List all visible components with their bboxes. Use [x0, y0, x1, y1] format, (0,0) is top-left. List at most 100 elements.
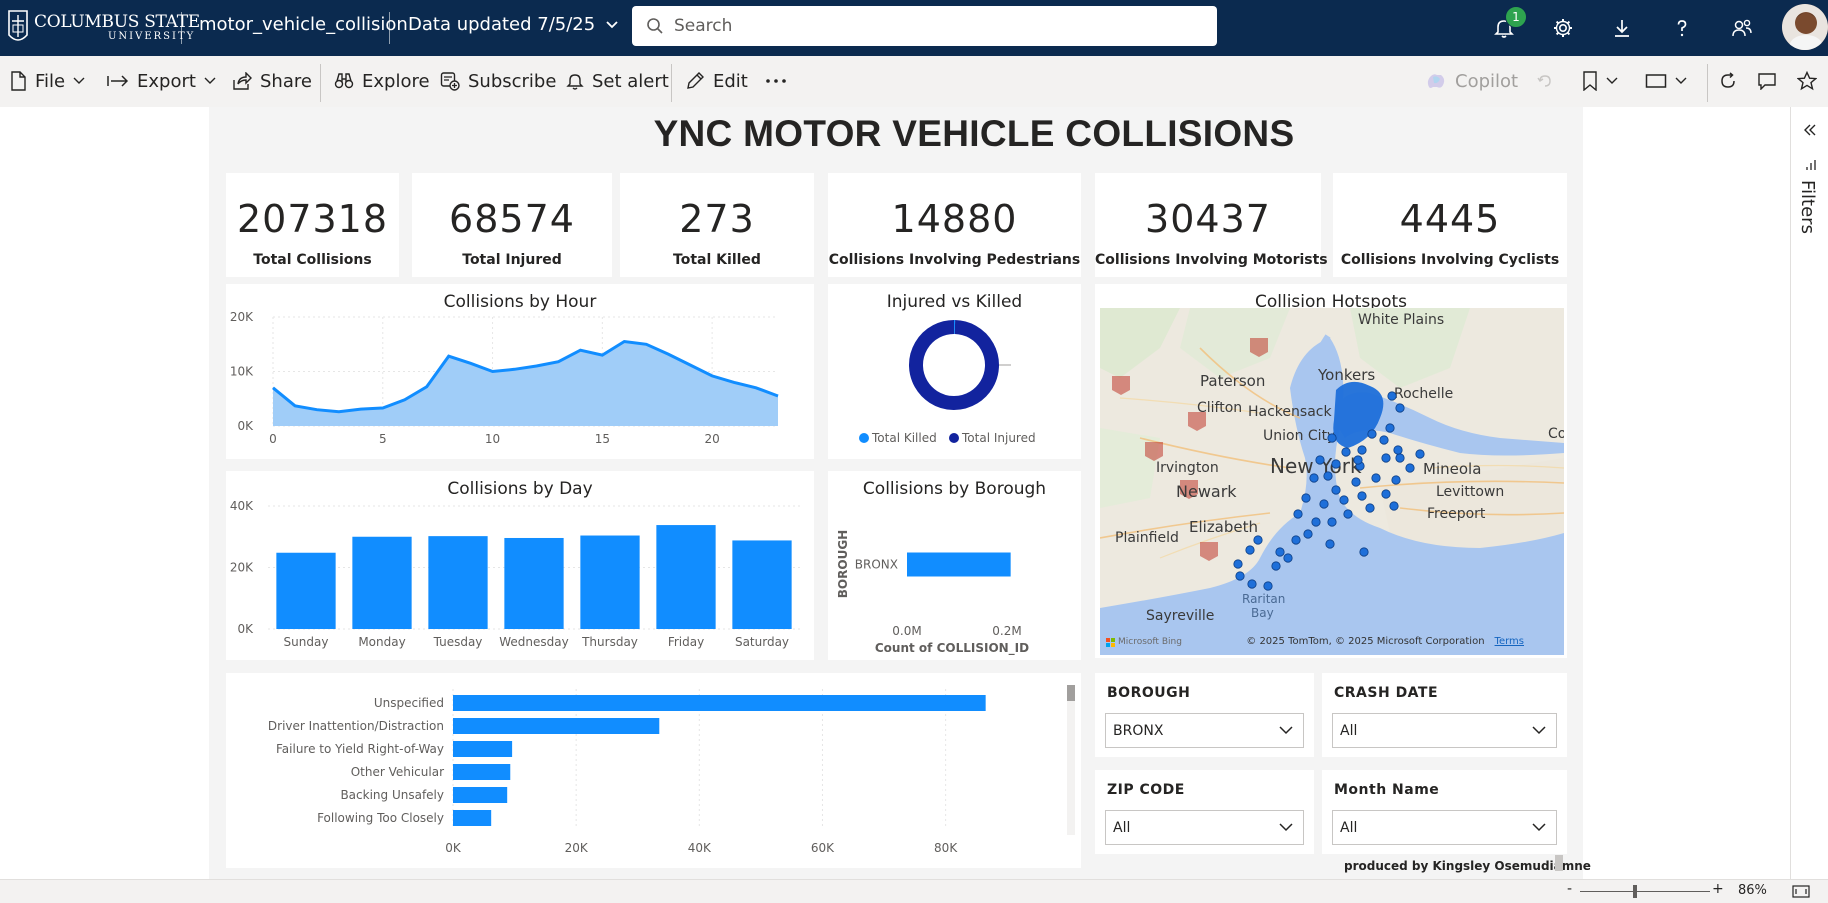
- hotspot-point: [1416, 450, 1424, 458]
- collisions-by-borough-chart[interactable]: Collisions by Borough 0.0M0.2MBRONXBOROU…: [828, 471, 1081, 660]
- x-tick-label: Tuesday: [433, 635, 483, 649]
- collision-hotspots-map[interactable]: Collision Hotspots White Plains Paterson…: [1095, 284, 1567, 658]
- slicer-crash-date[interactable]: CRASH DATE All: [1322, 673, 1567, 757]
- subscribe-button[interactable]: Subscribe: [440, 69, 556, 93]
- more-icon: [765, 78, 787, 84]
- y-tick-label: Other Vehicular: [351, 765, 444, 779]
- zoom-slider-thumb[interactable]: [1633, 885, 1637, 898]
- set-alert-button[interactable]: Set alert: [566, 69, 669, 93]
- hotspot-point: [1366, 504, 1374, 512]
- hotspot-point: [1292, 536, 1300, 544]
- kpi-value: 207318: [226, 197, 399, 241]
- map-area[interactable]: White Plains Paterson Yonkers Rochelle C…: [1100, 308, 1564, 655]
- map-attribution: © 2025 TomTom, © 2025 Microsoft Corporat…: [1246, 636, 1524, 647]
- factor-bar: [453, 810, 491, 826]
- terms-link[interactable]: Terms: [1495, 636, 1524, 647]
- explore-button[interactable]: Explore: [334, 69, 430, 93]
- hotspot-point: [1396, 454, 1404, 462]
- factor-bar: [453, 718, 659, 734]
- slicer-title: ZIP CODE: [1107, 782, 1185, 798]
- crash-date-dropdown[interactable]: All: [1332, 713, 1557, 748]
- month-name-dropdown[interactable]: All: [1332, 810, 1557, 845]
- download-button[interactable]: [1606, 12, 1638, 44]
- slicer-borough[interactable]: BOROUGH BRONX: [1095, 673, 1314, 757]
- borough-bar-chart: 0.0M0.2MBRONXBOROUGHCount of COLLISION_I…: [828, 471, 1081, 660]
- chevron-down-icon: [605, 20, 619, 30]
- share-people-button[interactable]: [1726, 12, 1758, 44]
- slicer-zip-code[interactable]: ZIP CODE All: [1095, 770, 1314, 854]
- donut-chart: Total KilledTotal Injured: [828, 284, 1081, 459]
- hotspot-point: [1382, 490, 1390, 498]
- injured-vs-killed-chart[interactable]: Injured vs Killed Total KilledTotal Inju…: [828, 284, 1081, 459]
- page-scrollbar-thumb[interactable]: [1555, 855, 1563, 871]
- subscribe-label: Subscribe: [468, 71, 556, 92]
- favorite-button[interactable]: [1797, 69, 1817, 93]
- zoom-out-button[interactable]: -: [1567, 881, 1572, 897]
- x-axis-title: Count of COLLISION_ID: [875, 641, 1029, 656]
- kpi-card[interactable]: 207318 Total Collisions: [226, 173, 399, 277]
- slicer-month-name[interactable]: Month Name All: [1322, 770, 1567, 854]
- share-people-icon: [1730, 17, 1754, 39]
- comments-button[interactable]: [1757, 69, 1777, 93]
- share-icon: [232, 72, 252, 90]
- kpi-card[interactable]: 30437 Collisions Involving Motorists: [1095, 173, 1321, 277]
- refresh-button[interactable]: [1719, 69, 1737, 93]
- hotspot-point: [1264, 582, 1272, 590]
- notification-badge: 1: [1505, 6, 1527, 28]
- reset-button[interactable]: [1536, 69, 1554, 93]
- data-updated-label: Data updated 7/5/25: [408, 14, 595, 35]
- avatar[interactable]: [1782, 4, 1828, 50]
- bookmark-menu[interactable]: [1582, 69, 1618, 93]
- copilot-button[interactable]: Copilot: [1425, 69, 1518, 93]
- university-logo[interactable]: COLUMBUS STATE UNIVERSITY: [4, 5, 180, 51]
- x-tick-label: 0K: [445, 841, 462, 855]
- view-menu[interactable]: [1645, 69, 1687, 93]
- export-menu[interactable]: Export: [107, 69, 216, 93]
- collisions-by-hour-chart[interactable]: Collisions by Hour 0K10K20K05101520: [226, 284, 814, 459]
- download-icon: [1611, 17, 1633, 39]
- borough-dropdown[interactable]: BRONX: [1105, 713, 1304, 748]
- kpi-card[interactable]: 68574 Total Injured: [412, 173, 612, 277]
- collisions-by-day-chart[interactable]: Collisions by Day 0K20K40KSundayMondayTu…: [226, 471, 814, 660]
- help-button[interactable]: [1666, 12, 1698, 44]
- export-arrow-icon: [107, 73, 129, 89]
- x-tick-label: Sunday: [284, 635, 329, 649]
- bell-icon: [566, 71, 584, 91]
- day-bar: [428, 536, 487, 629]
- bookmark-icon: [1582, 71, 1598, 91]
- kpi-card[interactable]: 14880 Collisions Involving Pedestrians: [828, 173, 1081, 277]
- scrollbar-track[interactable]: [1067, 685, 1075, 835]
- contributing-factors-chart[interactable]: 0K20K40K60K80KUnspecifiedDriver Inattent…: [226, 673, 1081, 868]
- user-photo-icon: [1782, 4, 1828, 50]
- kpi-card[interactable]: 4445 Collisions Involving Cyclists: [1333, 173, 1567, 277]
- search-box[interactable]: [632, 6, 1217, 46]
- kpi-label: Collisions Involving Motorists: [1095, 252, 1321, 268]
- report-title: YNC MOTOR VEHICLE COLLISIONS: [209, 113, 1739, 155]
- share-button[interactable]: Share: [232, 69, 312, 93]
- hotspot-point: [1358, 446, 1366, 454]
- y-tick-label: Driver Inattention/Distraction: [268, 719, 444, 733]
- more-options-button[interactable]: [765, 69, 787, 93]
- zoom-slider-track[interactable]: [1580, 891, 1710, 892]
- scrollbar-thumb[interactable]: [1067, 685, 1075, 701]
- search-input[interactable]: [672, 15, 1196, 37]
- edit-button[interactable]: Edit: [685, 69, 748, 93]
- file-menu[interactable]: File: [9, 69, 85, 93]
- data-updated-dropdown[interactable]: Data updated 7/5/25: [408, 14, 619, 35]
- zip-code-dropdown[interactable]: All: [1105, 810, 1304, 845]
- hotspot-point: [1312, 518, 1320, 526]
- kpi-card[interactable]: 273 Total Killed: [620, 173, 814, 277]
- day-bar: [276, 553, 335, 629]
- report-name[interactable]: motor_vehicle_collision: [199, 14, 408, 35]
- settings-button[interactable]: [1547, 12, 1579, 44]
- edit-label: Edit: [713, 71, 748, 92]
- filters-pane-label[interactable]: Filters: [1797, 180, 1818, 234]
- comment-icon: [1757, 72, 1777, 90]
- copilot-icon: [1425, 71, 1447, 91]
- notifications-button[interactable]: 1: [1488, 12, 1520, 44]
- zoom-in-button[interactable]: +: [1712, 881, 1724, 897]
- fit-to-page-icon[interactable]: [1792, 885, 1810, 898]
- slicer-title: Month Name: [1334, 782, 1439, 798]
- factor-bar-chart: 0K20K40K60K80KUnspecifiedDriver Inattent…: [226, 673, 1081, 868]
- gear-icon: [1552, 17, 1574, 39]
